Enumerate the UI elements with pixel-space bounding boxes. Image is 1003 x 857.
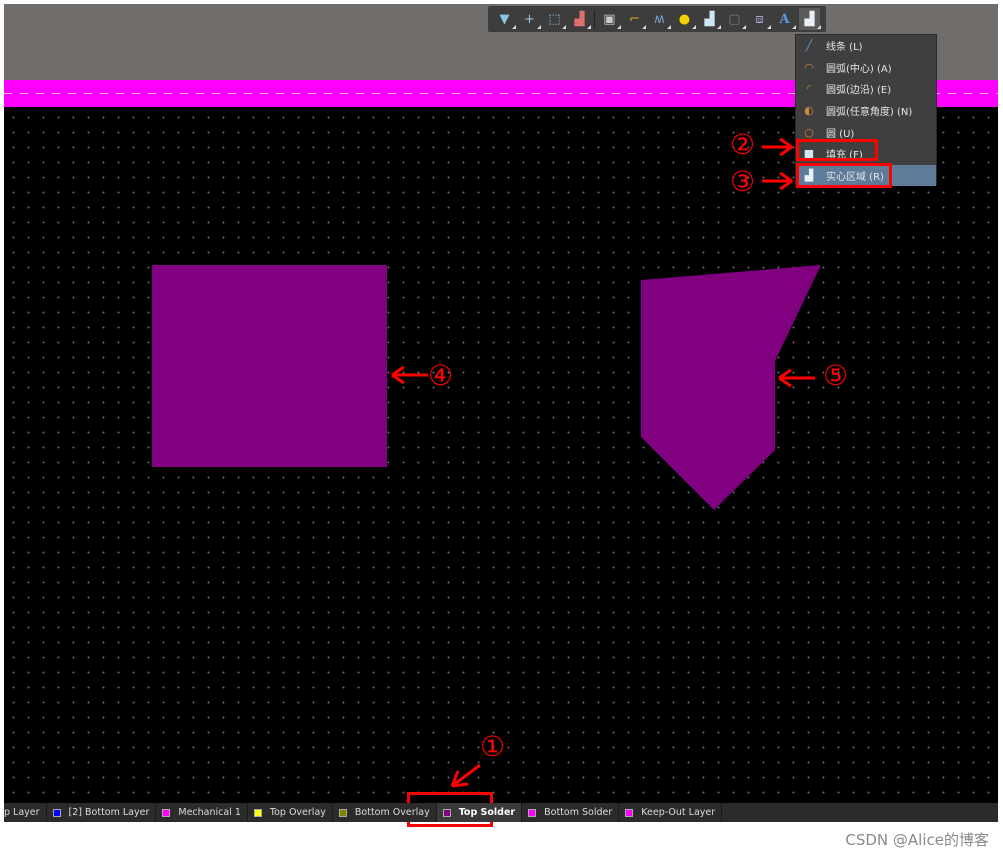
- text-icon[interactable]: A: [774, 8, 796, 30]
- net-label-icon[interactable]: ⧈: [749, 8, 771, 30]
- fill-shape[interactable]: [152, 265, 387, 467]
- menu-item-line[interactable]: ╱ 线条 (L): [796, 35, 936, 57]
- highlight-fill: [796, 139, 878, 161]
- annotation-2: ②: [730, 128, 756, 161]
- annotation-1: ①: [480, 730, 506, 763]
- align-icon[interactable]: ▟: [569, 8, 591, 30]
- solid-region-icon[interactable]: ▟: [699, 8, 721, 30]
- layer-tab-bottom-overlay[interactable]: Bottom Overlay: [333, 803, 437, 822]
- layer-color-swatch: [162, 808, 171, 817]
- interactive-length-icon[interactable]: ʍ: [649, 8, 671, 30]
- layer-color-swatch: [528, 808, 537, 817]
- placeholder-icon[interactable]: ▢: [724, 8, 746, 30]
- layer-tab-top-solder[interactable]: Top Solder: [436, 803, 523, 822]
- menu-item-arc-edge[interactable]: ◜ 圆弧(边沿) (E): [796, 78, 936, 100]
- component-icon[interactable]: ▣: [599, 8, 621, 30]
- pad-icon[interactable]: ●: [674, 8, 696, 30]
- menu-item-arc-center[interactable]: ◠ 圆弧(中心) (A): [796, 57, 936, 79]
- annotation-5: ⑤: [823, 359, 849, 392]
- solid-region-shape[interactable]: [641, 265, 821, 510]
- highlight-solid-region: [796, 163, 892, 188]
- layer-tab-keep-out-layer[interactable]: Keep-Out Layer: [619, 803, 723, 822]
- route-icon[interactable]: ⌐: [624, 8, 646, 30]
- circle-icon: ○: [804, 125, 814, 139]
- layer-tabs: p Layer [2] Bottom Layer Mechanical 1 To…: [4, 803, 998, 822]
- crosshair-icon[interactable]: +: [519, 8, 541, 30]
- menu-item-arc-any-angle[interactable]: ◐ 圆弧(任意角度) (N): [796, 100, 936, 122]
- pcb-canvas[interactable]: [4, 107, 998, 803]
- layer-color-swatch: [442, 808, 451, 817]
- layer-color-swatch: [52, 808, 61, 817]
- layer-color-swatch: [338, 808, 347, 817]
- region-icon[interactable]: ▟: [798, 8, 821, 30]
- layer-tab-top-overlay[interactable]: Top Overlay: [248, 803, 333, 822]
- layer-color-swatch: [253, 808, 262, 817]
- active-bar-toolbar: ▼ + ⬚ ▟ ▣ ⌐ ʍ ● ▟ ▢ ⧈ A ▟: [488, 6, 826, 32]
- layer-tab-top-layer[interactable]: p Layer: [4, 803, 47, 822]
- arc-any-angle-icon: ◐: [804, 104, 814, 118]
- line-icon: ╱: [805, 39, 813, 53]
- filter-icon[interactable]: ▼: [494, 8, 516, 30]
- select-rect-icon[interactable]: ⬚: [544, 8, 566, 30]
- arc-edge-icon: ◜: [806, 82, 812, 96]
- layer-tab-bottom-layer[interactable]: [2] Bottom Layer: [47, 803, 157, 822]
- annotation-3: ③: [730, 165, 756, 198]
- toolbar-separator: [594, 10, 595, 28]
- annotation-4: ④: [428, 359, 454, 392]
- layer-color-swatch: [625, 808, 634, 817]
- layer-tab-bottom-solder[interactable]: Bottom Solder: [522, 803, 620, 822]
- arc-center-icon: ◠: [804, 60, 814, 74]
- layer-tab-mechanical-1[interactable]: Mechanical 1: [156, 803, 248, 822]
- watermark: CSDN @Alice的博客: [845, 831, 989, 849]
